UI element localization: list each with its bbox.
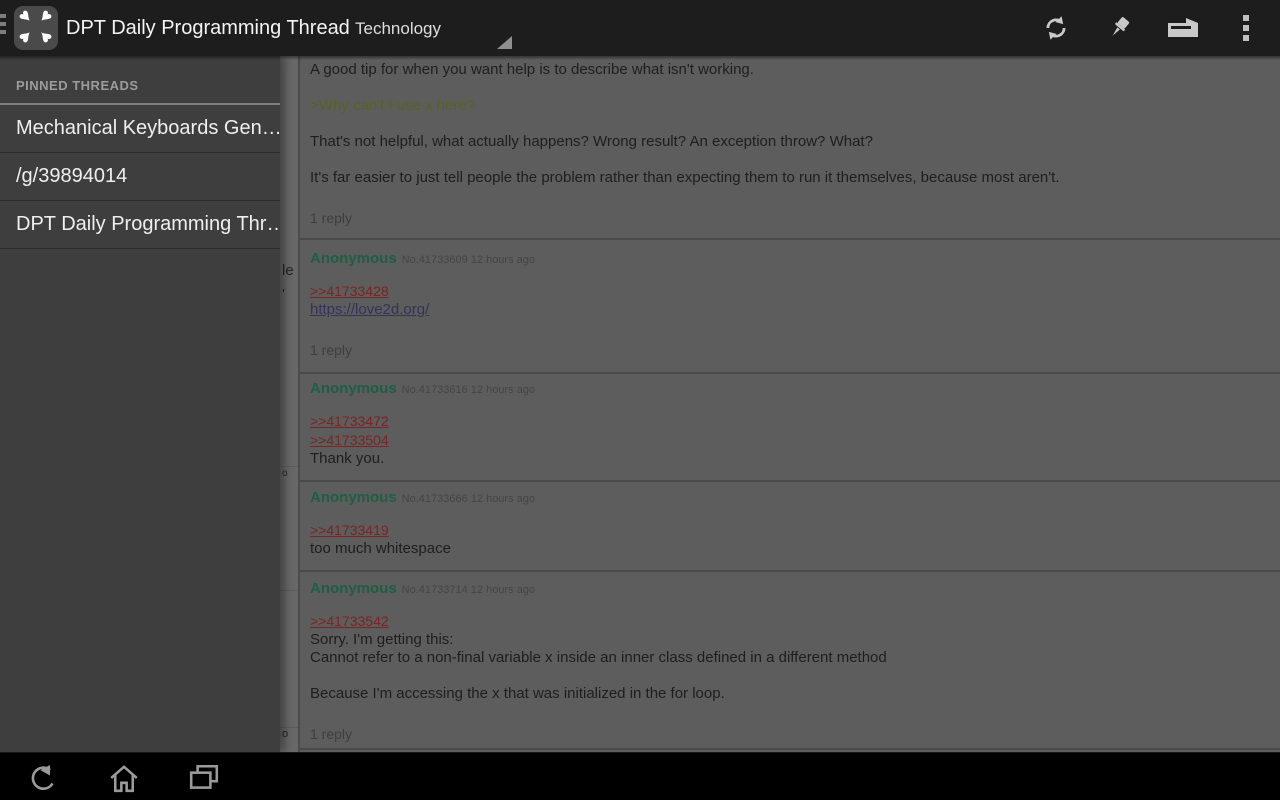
recents-icon	[188, 764, 220, 792]
post-line: >>41733428	[310, 282, 1266, 301]
clover-app-icon[interactable]: ♥ ♥ ♥ ♥	[14, 6, 58, 50]
poster-name: Anonymous	[310, 489, 397, 506]
back-button[interactable]	[10, 760, 74, 796]
post[interactable]: Anonymous No.41733666 12 hours ago >>41733…	[300, 480, 1280, 570]
post-text: Because I'm accessing the x that was ini…	[310, 685, 725, 702]
post-line: Sorry. I'm getting this:	[310, 631, 1266, 649]
underlay-text-fragment: le	[282, 262, 294, 279]
app-screen: ♥ ♥ ♥ ♥ DPT Daily Programming Thread Tec…	[0, 0, 1280, 800]
post[interactable]: A good tip for when you want help is to …	[300, 56, 1280, 238]
post-list[interactable]: A good tip for when you want help is to …	[300, 56, 1280, 752]
home-icon	[108, 762, 140, 794]
quote-link[interactable]: >>41733472	[310, 413, 389, 429]
divider	[280, 466, 300, 467]
post-line: >>41733504	[310, 431, 1266, 450]
recents-button[interactable]	[172, 760, 236, 796]
quote-link[interactable]: >>41733542	[310, 613, 389, 629]
post[interactable]: Anonymous No.41733616 12 hours ago >>41733…	[300, 372, 1280, 480]
reply-button[interactable]	[1157, 0, 1209, 56]
back-icon	[25, 762, 59, 794]
action-bar: ♥ ♥ ♥ ♥ DPT Daily Programming Thread Tec…	[0, 0, 1280, 56]
underlay-text-fragment: '	[282, 286, 285, 303]
pinned-thread-item[interactable]: /g/39894014	[0, 153, 280, 201]
board-spinner[interactable]: Technology	[352, 0, 514, 56]
post-text: Sorry. I'm getting this:	[310, 631, 453, 648]
post-text: Cannot refer to a non-final variable x i…	[310, 649, 887, 666]
quote-link[interactable]: >>41733428	[310, 283, 389, 299]
spinner-dropdown-arrow-icon	[497, 36, 512, 49]
refresh-icon	[1043, 15, 1069, 41]
pinned-thread-item[interactable]: DPT Daily Programming Thr…	[0, 201, 280, 249]
replies-count[interactable]: 1 reply	[310, 210, 1266, 226]
replies-count[interactable]: 1 reply	[310, 342, 1266, 358]
post-number-and-time: No.41733714 12 hours ago	[402, 584, 535, 596]
underlay-text-fragment: o	[282, 468, 288, 479]
poster-name: Anonymous	[310, 580, 397, 597]
replies-count[interactable]: 1 reply	[310, 726, 1266, 742]
post-text: That's not helpful, what actually happen…	[310, 133, 873, 150]
post-header: Anonymous No.41733609 12 hours ago	[310, 251, 1266, 268]
post-line: Thank you.	[310, 450, 1266, 468]
post-line: That's not helpful, what actually happen…	[310, 133, 1266, 151]
post-line: >>41733542	[310, 612, 1266, 631]
refresh-button[interactable]	[1030, 0, 1082, 56]
post[interactable]: Anonymous No.41733609 12 hours ago >>41733…	[300, 238, 1280, 372]
post-header: Anonymous No.41733714 12 hours ago	[310, 581, 1266, 598]
poster-name: Anonymous	[310, 380, 397, 397]
post-text: >Why can't I use x here?	[310, 97, 475, 114]
underlay-pane-sliver: le ' o o	[280, 56, 300, 752]
pinned-threads-header: PINNED THREADS	[0, 56, 280, 103]
pin-icon	[1105, 14, 1133, 42]
post[interactable]: Anonymous No.41733714 12 hours ago >>41733…	[300, 570, 1280, 750]
reply-icon	[1167, 16, 1199, 40]
post-line: A good tip for when you want help is to …	[310, 61, 1266, 79]
external-link[interactable]: https://love2d.org/	[310, 301, 429, 318]
post-header: Anonymous No.41733666 12 hours ago	[310, 490, 1266, 507]
post-line: Because I'm accessing the x that was ini…	[310, 685, 1266, 703]
clover-leaf-icon: ♥	[31, 22, 59, 50]
post-line: >Why can't I use x here?	[310, 97, 1266, 115]
post-number-and-time: No.41733666 12 hours ago	[402, 493, 535, 505]
underlay-text-fragment: o	[282, 728, 288, 740]
hamburger-icon[interactable]	[0, 14, 6, 42]
post-header: Anonymous No.41733616 12 hours ago	[310, 381, 1266, 398]
thread-title: DPT Daily Programming Thread	[66, 17, 350, 40]
poster-name: Anonymous	[310, 250, 397, 267]
post-line: Cannot refer to a non-final variable x i…	[310, 649, 1266, 667]
post-number-and-time: No.41733609 12 hours ago	[402, 254, 535, 266]
post-line: >>41733472	[310, 412, 1266, 431]
pinned-thread-item[interactable]: Mechanical Keyboards Gen…	[0, 105, 280, 153]
post-text: too much whitespace	[310, 540, 451, 557]
post-text: A good tip for when you want help is to …	[310, 61, 754, 78]
post-text: Thank you.	[310, 450, 384, 467]
post-line: too much whitespace	[310, 540, 1266, 558]
overflow-icon	[1242, 14, 1250, 42]
quote-link[interactable]: >>41733504	[310, 432, 389, 448]
post-number-and-time: No.41733616 12 hours ago	[402, 384, 535, 396]
divider	[280, 590, 300, 591]
post-line: https://love2d.org/	[310, 301, 1266, 319]
post-line: It's far easier to just tell people the …	[310, 169, 1266, 187]
post-line	[310, 667, 1266, 685]
post-text: It's far easier to just tell people the …	[310, 169, 1059, 186]
home-button[interactable]	[92, 760, 156, 796]
post-line: >>41733419	[310, 521, 1266, 540]
pin-button[interactable]	[1093, 0, 1145, 56]
board-spinner-label: Technology	[355, 19, 441, 39]
overflow-menu-button[interactable]	[1220, 0, 1272, 56]
action-bar-shadow	[0, 56, 1280, 60]
system-navigation-bar: 16:43	[0, 752, 1280, 800]
navigation-drawer: PINNED THREADS Mechanical Keyboards Gen……	[0, 56, 280, 752]
quote-link[interactable]: >>41733419	[310, 522, 389, 538]
